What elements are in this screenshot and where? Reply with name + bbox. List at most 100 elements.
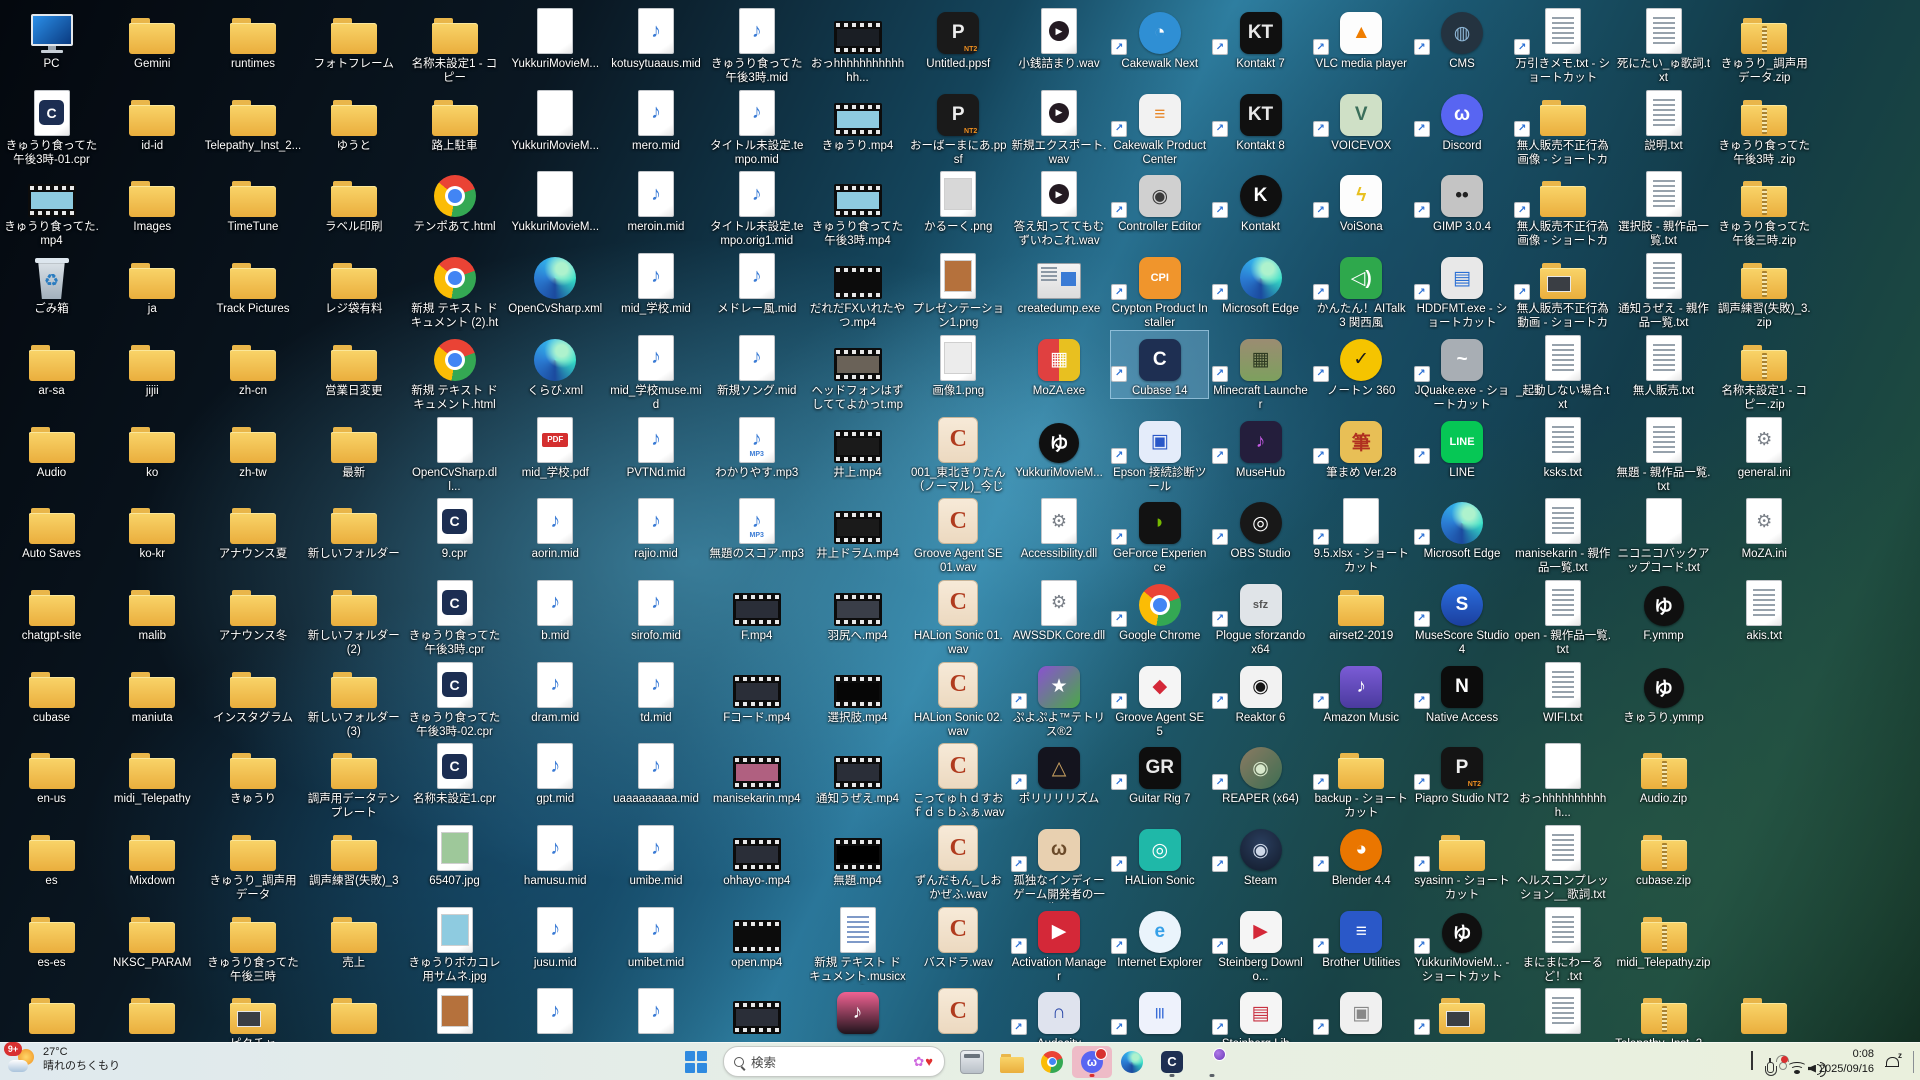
desktop-icon[interactable]: NKSC_PARAM: [104, 903, 201, 970]
desktop-icon[interactable]: ⚙ AWSSDK.Core.dll: [1011, 576, 1108, 643]
desktop-icon[interactable]: 無題 - 親作品一覧.txt: [1615, 413, 1712, 494]
desktop-icon[interactable]: _起動しない場合.txt: [1514, 331, 1611, 412]
desktop-icon[interactable]: YukkuriMovieM...: [507, 4, 604, 71]
desktop-icon[interactable]: 最新: [305, 413, 402, 480]
search-input[interactable]: 検索 ✿♥: [723, 1046, 945, 1077]
desktop-icon[interactable]: ♪ rajio.mid: [608, 494, 705, 561]
desktop-icon[interactable]: 調声練習(失敗)_3: [305, 821, 402, 888]
desktop-icon[interactable]: ♪ タイトル未設定.tempo.orig1.mid: [708, 167, 805, 248]
desktop-icon[interactable]: es-es: [3, 903, 100, 970]
do-not-disturb-bell-icon[interactable]: z: [1885, 1051, 1902, 1070]
desktop-icon[interactable]: 名称未設定1 - コピー: [406, 4, 503, 85]
desktop-icon[interactable]: open - 親作品一覧.txt: [1514, 576, 1611, 657]
desktop-icon[interactable]: 筆 ↗ 筆まめ Ver.28: [1312, 413, 1410, 480]
desktop-icon[interactable]: かるーく.png: [910, 167, 1007, 234]
desktop-icon[interactable]: C 001_東北きりたん（ノーマル)_今じゃ...: [910, 413, 1007, 495]
desktop-icon[interactable]: C きゅうり食ってた午後3時-01.cpr: [3, 86, 100, 167]
desktop-icon[interactable]: ↗ Microsoft Edge: [1413, 494, 1511, 561]
desktop-icon[interactable]: 通知うぜえ - 親作品一覧.txt: [1615, 249, 1712, 330]
desktop-icon[interactable]: ↗ 無人販売不正行為画像 - ショートカット: [1514, 167, 1611, 249]
desktop-icon[interactable]: ♪ kotusytuaaus.mid: [608, 4, 705, 71]
desktop-icon[interactable]: ♪: [608, 984, 705, 1037]
desktop-icon[interactable]: ♪ メドレー風.mid: [708, 249, 805, 316]
chrome-button[interactable]: [1032, 1046, 1072, 1078]
desktop-icon[interactable]: cubase: [3, 658, 100, 725]
desktop-icon[interactable]: ♪ meroin.mid: [608, 167, 705, 234]
desktop-icon[interactable]: ♪ ↗ Amazon Music: [1312, 658, 1410, 725]
desktop-icon[interactable]: ≡ ↗ Cakewalk Product Center: [1111, 86, 1208, 167]
desktop-icon[interactable]: C ↗ Cubase 14: [1110, 329, 1210, 399]
desktop-icon[interactable]: zh-cn: [205, 331, 302, 398]
desktop-icon[interactable]: ラベル印刷: [305, 167, 402, 234]
desktop-icon[interactable]: きゅうり食ってた午後三時: [205, 903, 302, 984]
desktop-icon[interactable]: 井上.mp4: [809, 413, 906, 480]
desktop-icon[interactable]: きゅうり食ってた.mp4: [3, 167, 100, 248]
desktop-icon[interactable]: ↗ Google Chrome: [1111, 576, 1208, 643]
desktop-icon[interactable]: ↗ backup - ショートカット: [1312, 739, 1410, 820]
desktop-icon[interactable]: Telepathy_Inst_2...: [205, 86, 302, 153]
desktop-icon[interactable]: Mixdown: [104, 821, 201, 888]
desktop-icon[interactable]: 新しいフォルダー (2): [305, 576, 402, 657]
desktop-icon[interactable]: ゆうと: [305, 86, 402, 153]
desktop-icon[interactable]: YukkuriMovieM...: [507, 167, 604, 234]
desktop-icon[interactable]: ∩↗Audacity: [1010, 984, 1108, 1043]
desktop-icon[interactable]: P NT2 ↗ Piapro Studio NT2: [1413, 739, 1511, 806]
desktop-icon[interactable]: P NT2 Untitled.ppsf: [910, 4, 1007, 71]
desktop-icon[interactable]: ↗ 無人販売不正行為画像 - ショートカッ...: [1514, 86, 1611, 168]
desktop-icon[interactable]: P NT2 おーばーまにあ.ppsf: [910, 86, 1007, 167]
desktop-icon[interactable]: きゅうり.mp4: [809, 86, 906, 153]
desktop-icon[interactable]: ohhayo-.mp4: [708, 821, 805, 888]
desktop-icon[interactable]: おっhhhhhhhhhhhhh...: [809, 4, 906, 85]
desktop-icon[interactable]: 営業日変更: [305, 331, 402, 398]
desktop-icon[interactable]: midi_Telepathy.zip: [1615, 903, 1712, 970]
desktop-icon[interactable]: manisekarin - 親作品一覧.txt: [1514, 494, 1611, 575]
desktop-icon[interactable]: インスタグラム: [205, 658, 302, 725]
desktop-icon[interactable]: フォトフレーム: [305, 4, 402, 71]
desktop-icon[interactable]: Auto Saves: [3, 494, 100, 561]
desktop-icon[interactable]: ♪ umibet.mid: [608, 903, 705, 970]
desktop-icon[interactable]: KT ↗ Kontakt 8: [1212, 86, 1309, 153]
desktop-icon[interactable]: ◁) ↗ かんたん！AITalk 3 関西風: [1312, 249, 1410, 330]
desktop-icon[interactable]: プレゼンテーション1.png: [910, 249, 1007, 330]
desktop-icon[interactable]: ゆ ↗ YukkuriMovieM... - ショートカット: [1413, 903, 1511, 984]
desktop-icon[interactable]: Fコード.mp4: [708, 658, 805, 725]
desktop-icon[interactable]: ◉ ↗ Controller Editor: [1111, 167, 1208, 234]
desktop-icon[interactable]: cubase.zip: [1615, 821, 1712, 888]
desktop-icon[interactable]: chatgpt-site: [3, 576, 100, 643]
desktop-icon[interactable]: YukkuriMovieM...: [507, 86, 604, 153]
desktop-icon[interactable]: ksks.txt: [1514, 413, 1611, 480]
desktop-icon[interactable]: ▤↗Steinberg Lib...: [1212, 984, 1309, 1043]
desktop-icon[interactable]: ♪ mero.mid: [608, 86, 705, 153]
desktop-icon[interactable]: ↗: [1413, 984, 1511, 1037]
desktop-icon[interactable]: ↗ 万引きメモ.txt - ショートカット: [1514, 4, 1611, 85]
desktop-icon[interactable]: ♪ mid_学校.mid: [608, 249, 705, 316]
desktop-icon[interactable]: ♪ mid_学校muse.mid: [608, 331, 705, 412]
desktop-icon[interactable]: 調声練習(失敗)_3.zip: [1716, 249, 1813, 330]
desktop-icon[interactable]: ♪ 新規ソング.mid: [708, 331, 805, 398]
start-button[interactable]: [676, 1046, 716, 1078]
desktop-icon[interactable]: C 9.cpr: [406, 494, 503, 561]
desktop-icon[interactable]: 画像1.png: [910, 331, 1007, 398]
weather-widget[interactable]: 9+ 27°C 晴れのちくもり: [4, 1042, 120, 1074]
desktop-icon[interactable]: ◗ ↗ GeForce Experience: [1111, 494, 1208, 575]
desktop-icon[interactable]: N ↗ Native Access: [1413, 658, 1511, 725]
desktop-icon[interactable]: 選択肢 - 親作品一覧.txt: [1615, 167, 1712, 248]
desktop-icon[interactable]: ◉ ↗ Reaktor 6: [1212, 658, 1309, 725]
discord-button[interactable]: ω: [1072, 1045, 1112, 1078]
desktop-icon[interactable]: e ↗ Internet Explorer: [1111, 903, 1208, 970]
desktop-icon[interactable]: ♻ ごみ箱: [3, 249, 100, 316]
desktop-icon[interactable]: ||| ↗: [1111, 984, 1208, 1037]
desktop-icon[interactable]: ar-sa: [3, 331, 100, 398]
desktop-icon[interactable]: ♪ sirofo.mid: [608, 576, 705, 643]
cubase-button[interactable]: C: [1152, 1046, 1192, 1078]
desktop-icon[interactable]: 羽尻へ.mp4: [809, 576, 906, 643]
desktop-icon[interactable]: es: [3, 821, 100, 888]
desktop-icon[interactable]: Telepathy_Inst_2...: [1615, 984, 1712, 1043]
desktop-icon[interactable]: △ ↗ ポリリリリズム: [1010, 739, 1108, 806]
desktop-icon[interactable]: ♪ b.mid: [507, 576, 604, 643]
desktop-icon[interactable]: 新規 テキスト ドキュメント.html: [406, 331, 503, 412]
desktop-icon[interactable]: ω ↗ Discord: [1413, 86, 1511, 153]
desktop-icon[interactable]: ♪ aorin.mid: [507, 494, 604, 561]
desktop-icon[interactable]: open.mp4: [708, 903, 805, 970]
desktop-icon[interactable]: ▤ ↗ HDDFMT.exe - ショートカット: [1413, 249, 1511, 330]
